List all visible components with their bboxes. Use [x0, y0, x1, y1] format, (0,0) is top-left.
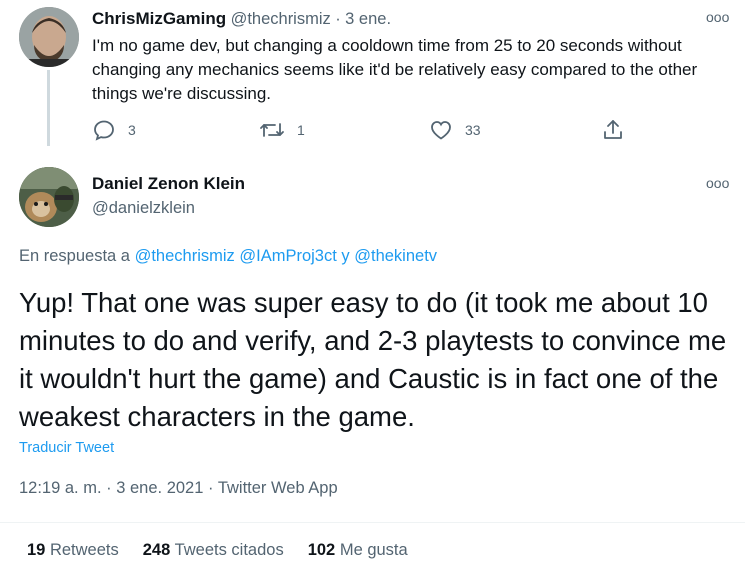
author-name[interactable]: ChrisMizGaming	[92, 9, 226, 28]
share-button[interactable]	[601, 118, 637, 142]
avatar-chrismizgaming[interactable]	[19, 7, 79, 67]
quotes-label: Tweets citados	[174, 541, 284, 559]
like-count: 33	[465, 122, 481, 138]
quotes-stat[interactable]: 248 Tweets citados	[143, 541, 284, 560]
likes-stat[interactable]: 102 Me gusta	[308, 541, 408, 560]
mention-thechrismiz[interactable]: @thechrismiz	[135, 247, 235, 265]
reply-tweet-text: I'm no game dev, but changing a cooldown…	[92, 36, 698, 103]
reply-button[interactable]: 3	[92, 118, 136, 142]
tweet-time[interactable]: 12:19 a. m.	[19, 479, 102, 497]
reply-and: y	[341, 247, 350, 265]
more-options-icon[interactable]: ooo	[706, 9, 729, 25]
mention-iamproj3ct[interactable]: @IAmProj3ct	[239, 247, 336, 265]
retweet-icon	[260, 123, 284, 137]
divider	[0, 522, 745, 523]
main-author-handle[interactable]: @danielzklein	[92, 199, 195, 218]
main-author-name[interactable]: Daniel Zenon Klein	[92, 174, 245, 194]
retweets-stat[interactable]: 19 Retweets	[27, 541, 119, 560]
retweets-count: 19	[27, 541, 46, 559]
retweet-count: 1	[297, 122, 305, 138]
author-handle[interactable]: @thechrismiz	[231, 10, 331, 28]
main-more-options-icon[interactable]: ooo	[706, 175, 729, 191]
heart-icon	[431, 121, 451, 140]
like-button[interactable]: 33	[429, 118, 481, 142]
meta-separator-2: ·	[208, 479, 214, 497]
separator-dot: ·	[335, 10, 341, 28]
tweet-full-date[interactable]: 3 ene. 2021	[116, 479, 203, 497]
mention-thekinetv[interactable]: @thekinetv	[354, 247, 437, 265]
tweet-source[interactable]: Twitter Web App	[218, 479, 338, 497]
reply-tweet-header: ChrisMizGaming @thechrismiz · 3 ene.	[92, 9, 391, 29]
thread-connector-line	[47, 70, 50, 146]
likes-label: Me gusta	[339, 541, 408, 559]
tweet-stats: 19 Retweets 248 Tweets citados 102 Me gu…	[27, 541, 408, 560]
likes-count: 102	[307, 541, 336, 559]
quotes-count: 248	[142, 541, 171, 559]
share-icon	[604, 120, 622, 139]
translate-tweet-link[interactable]: Traducir Tweet	[19, 440, 114, 456]
avatar-danielzklein[interactable]	[19, 167, 79, 227]
reply-context: En respuesta a @thechrismiz @IAmProj3ct …	[19, 247, 437, 266]
meta-separator-1: ·	[106, 479, 112, 497]
tweet-date[interactable]: 3 ene.	[345, 10, 391, 28]
reply-icon	[94, 120, 114, 141]
reply-count: 3	[128, 122, 136, 138]
reply-prefix: En respuesta a	[19, 247, 130, 265]
retweet-button[interactable]: 1	[259, 118, 305, 142]
tweet-metadata: 12:19 a. m. · 3 ene. 2021 · Twitter Web …	[19, 479, 338, 498]
retweets-label: Retweets	[49, 541, 119, 559]
main-tweet-text: Yup! That one was super easy to do (it t…	[19, 287, 727, 432]
